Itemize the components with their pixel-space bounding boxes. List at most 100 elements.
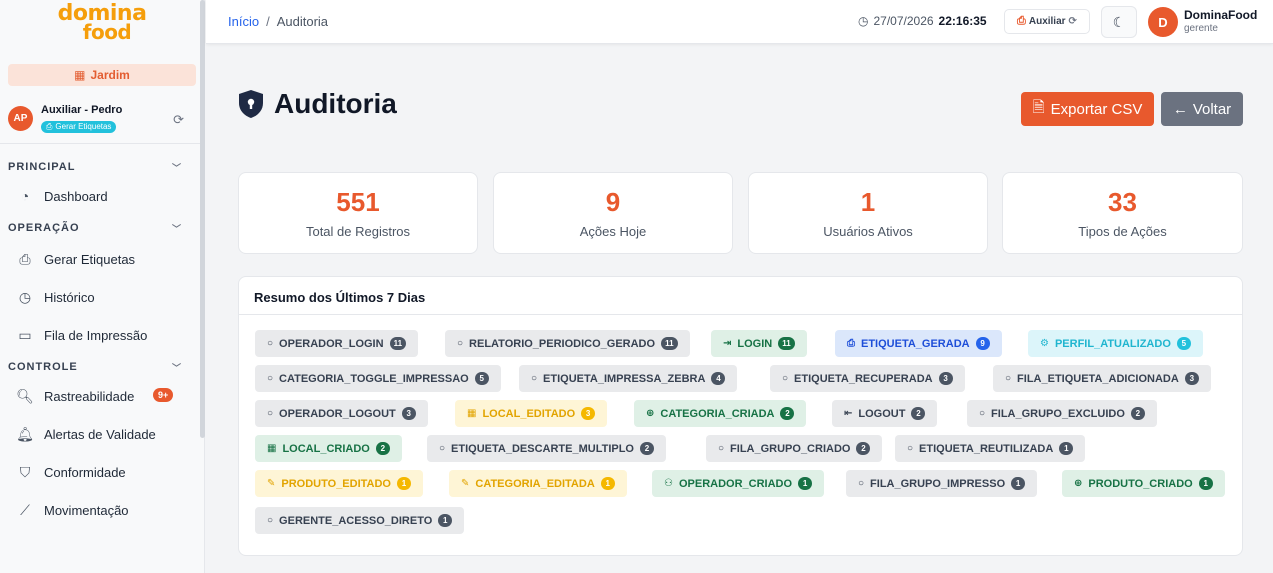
stat-value: 1 (860, 187, 876, 217)
page-title: Auditoria (274, 88, 397, 119)
login-icon: ⇥ (723, 338, 732, 349)
sidebar-item-alertas-validade[interactable]: 🔔︎ Alertas de Validade (0, 415, 204, 453)
pencil-icon: ✎ (461, 478, 470, 489)
breadcrumb-home-link[interactable]: Início (228, 14, 259, 29)
action-chip[interactable]: ○ OPERADOR_LOGIN 11 (255, 330, 419, 357)
sidebar-item-rastreabilidade[interactable]: 🔍︎ Rastreabilidade 9+ (0, 377, 204, 415)
account-menu[interactable]: DominaFood gerente (1184, 8, 1257, 34)
circle-icon: ○ (267, 515, 274, 526)
circle-icon: ○ (267, 373, 274, 384)
stat-label: Usuários Ativos (823, 224, 913, 239)
action-chip-label: LOCAL_EDITADO (482, 407, 576, 420)
action-chip-label: PERFIL_ATUALIZADO (1054, 337, 1171, 350)
pencil-icon: ✎ (267, 478, 276, 489)
sidebar-item-movimentacao[interactable]: ⟋ Movimentação (0, 491, 204, 529)
back-button[interactable]: ← Voltar (1161, 92, 1243, 126)
window-icon: ▭ (18, 326, 32, 343)
action-chip[interactable]: ⊕ PRODUTO_CRIADO 1 (1062, 470, 1225, 497)
sidebar-item-conformidade[interactable]: ⛉ Conformidade (0, 453, 204, 491)
action-chip-count: 1 (1059, 442, 1074, 455)
gauge-icon: ◔ (20, 188, 30, 204)
action-chip-count: 3 (581, 407, 596, 420)
sidebar-item-gerar-etiquetas[interactable]: ⎙ Gerar Etiquetas (0, 240, 204, 278)
action-chip[interactable]: ○ ETIQUETA_DESCARTE_MULTIPLO 2 (427, 435, 666, 462)
action-chip[interactable]: ⇥ LOGIN 11 (711, 330, 807, 357)
switch-operator-icon[interactable]: ⟳ (173, 112, 184, 128)
back-label: Voltar (1192, 100, 1232, 118)
action-chip[interactable]: ⎙ ETIQUETA_GERADA 9 (835, 330, 1002, 357)
stat-card-acoes-hoje: 9 Ações Hoje (493, 172, 733, 254)
sidebar-scrollbar[interactable] (200, 0, 205, 438)
sidebar-item-fila-impressao[interactable]: ▭ Fila de Impressão (0, 316, 204, 354)
action-chip[interactable]: ○ FILA_GRUPO_IMPRESSO 1 (846, 470, 1038, 497)
action-chip-count: 2 (639, 442, 654, 455)
export-csv-button[interactable]: 🗎︎ Exportar CSV (1021, 92, 1154, 126)
action-chip[interactable]: ⚇ OPERADOR_CRIADO 1 (652, 470, 825, 497)
section-title: CONTROLE (8, 361, 78, 373)
action-chip-label: RELATORIO_PERIODICO_GERADO (469, 337, 656, 350)
page-header: Auditoria (238, 88, 397, 120)
action-chip[interactable]: ○ RELATORIO_PERIODICO_GERADO 11 (445, 330, 690, 357)
circle-icon: ○ (782, 373, 789, 384)
action-chip-count: 9 (975, 337, 990, 350)
store-label: Jardim (90, 68, 130, 82)
shield-check-icon: ⛉ (19, 463, 31, 480)
chevron-down-icon: ﹀ (171, 362, 182, 373)
section-title: OPERAÇÃO (8, 222, 80, 234)
chart-line-icon: ⟋ (20, 501, 30, 518)
search-icon: 🔍︎ (16, 387, 34, 404)
section-title: PRINCIPAL (8, 161, 76, 173)
action-chip[interactable]: ✎ CATEGORIA_EDITADA 1 (449, 470, 627, 497)
action-chip[interactable]: ▦ LOCAL_CRIADO 2 (255, 435, 402, 462)
action-chip-count: 3 (401, 407, 416, 420)
action-chip[interactable]: ○ FILA_GRUPO_EXCLUIDO 2 (967, 400, 1157, 427)
sidebar-item-dashboard[interactable]: ◔ Dashboard (0, 177, 204, 215)
building-icon: ▦ (467, 408, 477, 419)
action-chip[interactable]: ○ OPERADOR_LOGOUT 3 (255, 400, 428, 427)
clock-icon: ◷ (18, 288, 32, 305)
action-chip-label: FILA_GRUPO_CRIADO (730, 442, 851, 455)
sidebar-item-label: Histórico (44, 289, 95, 305)
action-chip[interactable]: ✎ PRODUTO_EDITADO 1 (255, 470, 423, 497)
action-chip[interactable]: ○ CATEGORIA_TOGGLE_IMPRESSAO 5 (255, 365, 501, 392)
section-operacao[interactable]: OPERAÇÃO ﹀ (0, 218, 204, 238)
action-chip[interactable]: ⊕ CATEGORIA_CRIADA 2 (634, 400, 807, 427)
printer-status-button[interactable]: ⎙ Auxiliar ⟳ (1004, 9, 1090, 34)
sidebar-item-historico[interactable]: ◷ Histórico (0, 278, 204, 316)
action-chip-count: 1 (397, 477, 411, 490)
action-chip[interactable]: ○ FILA_GRUPO_CRIADO 2 (706, 435, 883, 462)
section-controle[interactable]: CONTROLE ﹀ (0, 357, 204, 377)
action-chip[interactable]: ⚙ PERFIL_ATUALIZADO 5 (1028, 330, 1203, 357)
brand-logo[interactable]: domina food (0, 0, 204, 46)
printer-icon: ⎙ (19, 250, 31, 267)
stat-value: 33 (1108, 187, 1137, 217)
store-selector-button[interactable]: ▦ Jardim (8, 64, 196, 86)
action-chip-label: OPERADOR_CRIADO (678, 477, 793, 490)
account-avatar[interactable]: D (1148, 7, 1178, 37)
arrow-left-icon: ← (1172, 100, 1188, 118)
operator-badge-label: Gerar Etiquetas (55, 122, 112, 131)
logout-icon: ⇤ (844, 408, 853, 419)
action-chip-count: 1 (1198, 477, 1213, 490)
action-chip[interactable]: ⇤ LOGOUT 2 (832, 400, 938, 427)
action-chip[interactable]: ○ ETIQUETA_IMPRESSA_ZEBRA 4 (519, 365, 738, 392)
operator-role-badge: ⎙ Gerar Etiquetas (41, 120, 117, 133)
file-icon: 🗎︎ (1032, 98, 1045, 116)
stat-card-usuarios-ativos: 1 Usuários Ativos (748, 172, 988, 254)
action-chip[interactable]: ○ ETIQUETA_REUTILIZADA 1 (895, 435, 1086, 462)
sidebar-item-label: Movimentação (44, 502, 129, 518)
action-chip-count: 2 (856, 442, 871, 455)
action-chip-label: ETIQUETA_RECUPERADA (794, 372, 933, 385)
action-chip[interactable]: ○ ETIQUETA_RECUPERADA 3 (770, 365, 965, 392)
breadcrumb-current: Auditoria (276, 14, 329, 29)
action-chip[interactable]: ▦ LOCAL_EDITADO 3 (455, 400, 608, 427)
circle-icon: ○ (718, 443, 725, 454)
action-chip-count: 4 (711, 372, 726, 385)
theme-toggle-button[interactable]: ☾ (1101, 6, 1137, 38)
action-chip[interactable]: ○ FILA_ETIQUETA_ADICIONADA 3 (993, 365, 1211, 392)
action-chip-label: LOCAL_CRIADO (282, 442, 370, 455)
circle-icon: ○ (531, 373, 538, 384)
action-chip[interactable]: ○ GERENTE_ACESSO_DIRETO 1 (255, 507, 465, 534)
section-principal[interactable]: PRINCIPAL ﹀ (0, 157, 204, 177)
action-chip-count: 11 (389, 337, 407, 350)
